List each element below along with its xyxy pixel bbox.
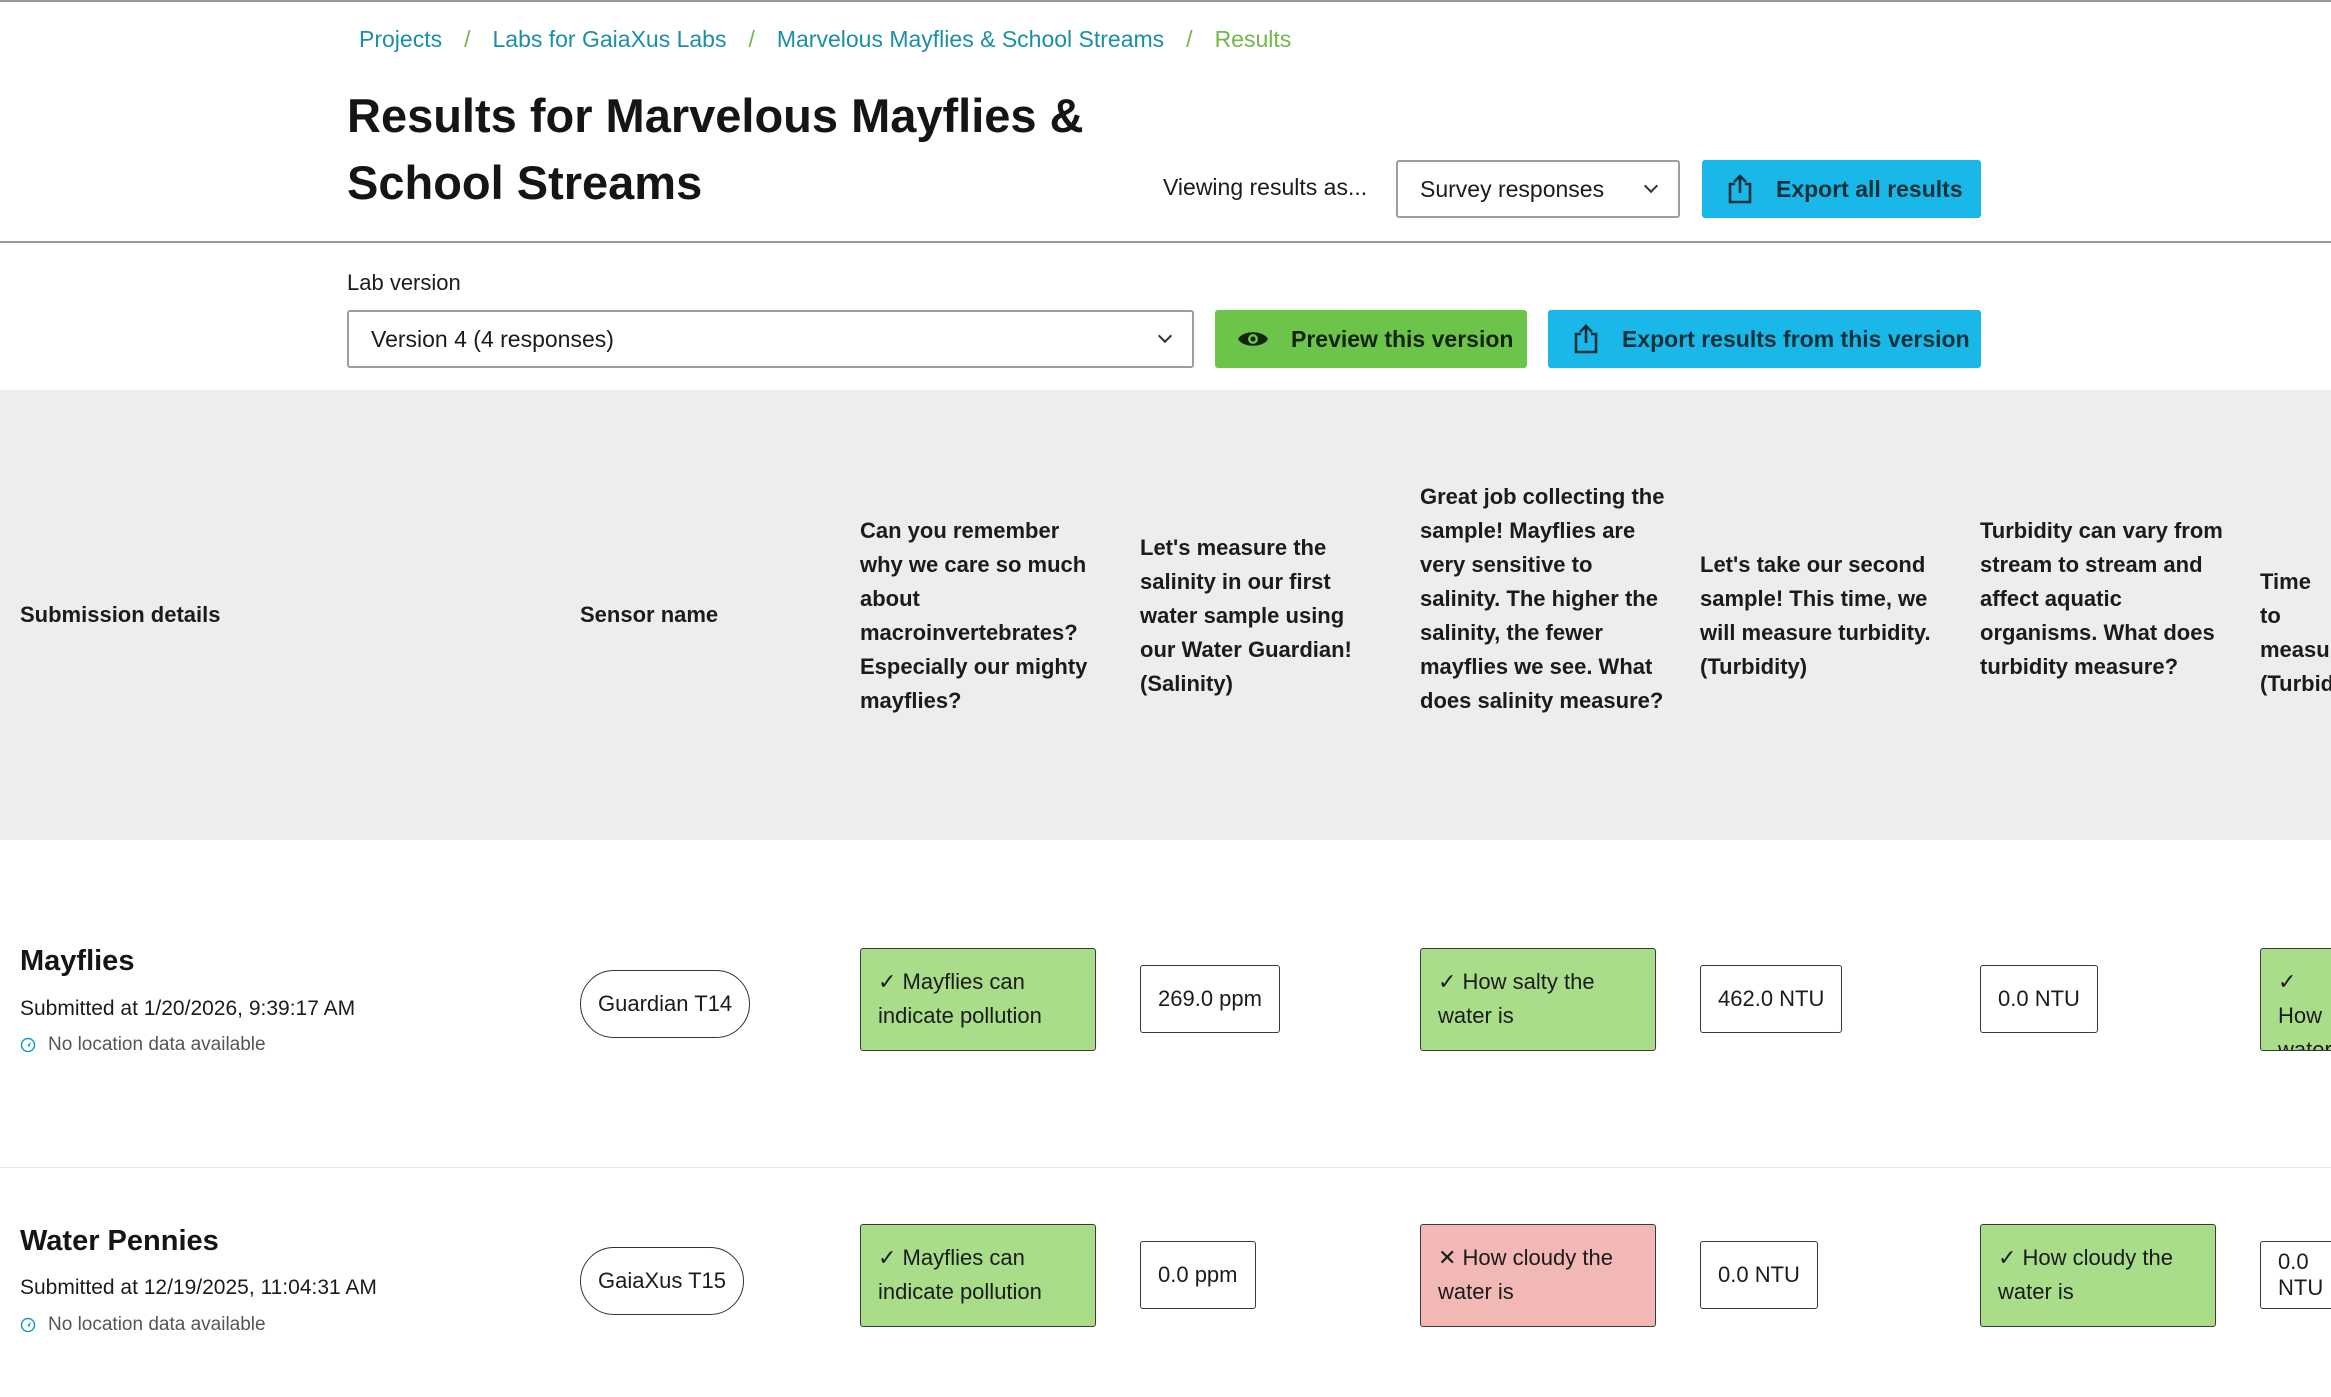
viewing-as-label: Viewing results as... <box>1163 174 1368 200</box>
value-cell: 0.0 NTU <box>1980 965 2098 1033</box>
breadcrumb-projects[interactable]: Projects <box>359 26 442 53</box>
page-title: Results for Marvelous Mayflies & School … <box>347 89 1084 209</box>
breadcrumb-labs[interactable]: Labs for GaiaXus Labs <box>492 26 726 53</box>
column-header-submission: Submission details <box>20 602 221 627</box>
answer-cell-correct: ✓ How salty the water is <box>1420 948 1656 1051</box>
breadcrumb-separator: / <box>1186 26 1193 52</box>
table-row[interactable]: Water Pennies Submitted at 12/19/2025, 1… <box>0 1169 2331 1397</box>
export-all-results-label: Export all results <box>1776 175 1963 202</box>
location-text: No location data available <box>48 1034 266 1055</box>
value-cell: 0.0 ppm <box>1140 1241 1256 1309</box>
lab-version-value: Version 4 (4 responses) <box>371 325 614 352</box>
breadcrumb-separator: / <box>748 26 755 52</box>
sensor-name-badge: GaiaXus T15 <box>580 1247 745 1315</box>
column-header-question-1: Can you remember why we care so much abo… <box>860 518 1088 713</box>
submission-location: No location data available <box>20 1034 266 1056</box>
column-header-question-2: Let's measure the salinity in our first … <box>1140 535 1352 696</box>
preview-version-label: Preview this version <box>1291 325 1514 352</box>
lab-version-label: Lab version <box>347 270 461 295</box>
answer-cell-correct: ✓ How cloudy the water is <box>1980 1224 2216 1327</box>
breadcrumb: Projects / Labs for GaiaXus Labs / Marve… <box>359 26 1291 53</box>
submission-name: Water Pennies <box>20 1225 219 1257</box>
location-icon <box>20 1037 36 1053</box>
value-cell: 462.0 NTU <box>1700 965 1843 1033</box>
column-header-question-6: Time to measure (Turbidity) <box>2260 569 2331 696</box>
table-row[interactable]: Mayflies Submitted at 1/20/2026, 9:39:17… <box>0 840 2331 1168</box>
submission-timestamp: Submitted at 12/19/2025, 11:04:31 AM <box>20 1276 377 1299</box>
column-header-sensor: Sensor name <box>580 602 719 627</box>
share-upload-icon <box>1726 174 1754 204</box>
location-icon <box>20 1317 36 1333</box>
column-header-question-5: Turbidity can vary from stream to stream… <box>1980 518 2223 679</box>
results-table-header: Submission details Sensor name Can you r… <box>0 390 2331 840</box>
answer-cell-incorrect: ✕ How cloudy the water is <box>1420 1224 1656 1327</box>
share-upload-icon <box>1572 324 1600 354</box>
answer-cell-correct: ✓ How water <box>2260 948 2331 1051</box>
value-cell: 269.0 ppm <box>1140 965 1280 1033</box>
chevron-down-icon <box>1643 178 1659 194</box>
value-cell: 0.0 NTU <box>1700 1241 1818 1309</box>
export-version-button[interactable]: Export results from this version <box>1548 310 1981 368</box>
sensor-name-badge: Guardian T14 <box>580 970 751 1038</box>
breadcrumb-current: Results <box>1214 26 1292 52</box>
breadcrumb-separator: / <box>464 26 471 52</box>
breadcrumb-lab[interactable]: Marvelous Mayflies & School Streams <box>777 26 1164 53</box>
header-divider <box>0 241 2331 243</box>
submission-location: No location data available <box>20 1314 266 1336</box>
submission-timestamp: Submitted at 1/20/2026, 9:39:17 AM <box>20 997 356 1020</box>
chevron-down-icon <box>1157 328 1173 344</box>
answer-cell-correct: ✓ Mayflies can indicate pollution <box>860 948 1096 1051</box>
value-cell: 0.0 NTU <box>2260 1241 2331 1309</box>
lab-version-select[interactable]: Version 4 (4 responses) <box>347 310 1194 368</box>
export-version-label: Export results from this version <box>1622 325 1970 352</box>
eye-icon <box>1237 328 1269 350</box>
top-border <box>0 0 2331 2</box>
location-text: No location data available <box>48 1314 266 1335</box>
view-mode-value: Survey responses <box>1420 175 1605 202</box>
export-all-results-button[interactable]: Export all results <box>1702 160 1981 218</box>
view-mode-select[interactable]: Survey responses <box>1396 160 1680 218</box>
submission-name: Mayflies <box>20 945 135 977</box>
preview-version-button[interactable]: Preview this version <box>1215 310 1527 368</box>
answer-cell-correct: ✓ Mayflies can indicate pollution <box>860 1224 1096 1327</box>
column-header-question-3: Great job collecting the sample! Mayflie… <box>1420 484 1665 713</box>
column-header-question-4: Let's take our second sample! This time,… <box>1700 552 1931 679</box>
